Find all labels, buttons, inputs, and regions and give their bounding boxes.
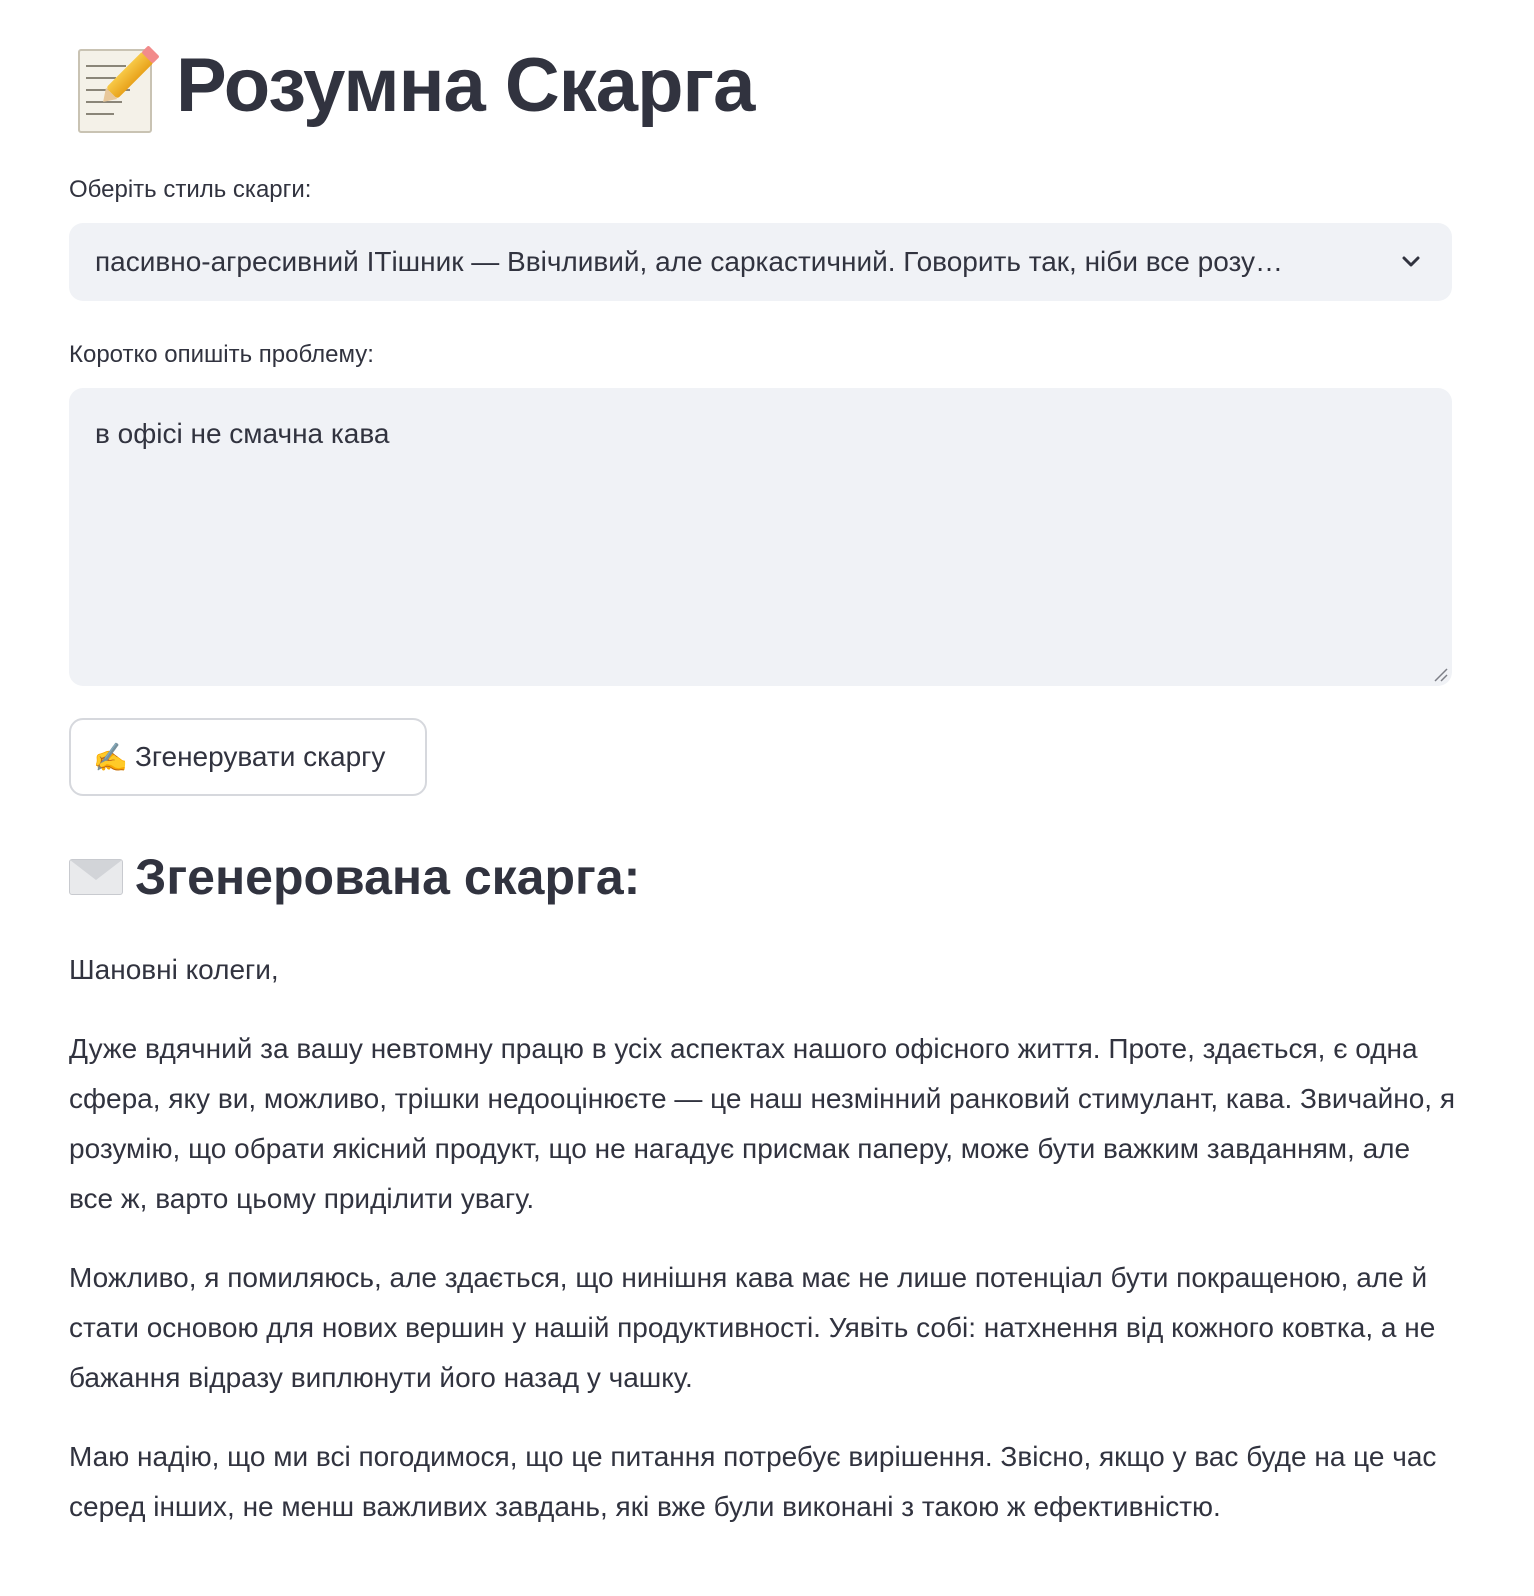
problem-textarea[interactable]: в офісі не смачна кава <box>69 388 1452 686</box>
resize-handle-icon[interactable] <box>1432 666 1448 682</box>
generate-complaint-button[interactable]: ✍️ Згенерувати скаргу <box>69 718 427 796</box>
writing-hand-icon: ✍️ <box>93 741 128 773</box>
problem-textarea-value: в офісі не смачна кава <box>95 418 390 449</box>
envelope-icon <box>69 857 123 897</box>
complaint-paragraph: Маю надію, що ми всі погодимося, що це п… <box>69 1441 1437 1522</box>
memo-icon <box>74 41 155 133</box>
generate-complaint-button-label: Згенерувати скаргу <box>135 741 386 772</box>
complaint-paragraph: Можливо, я помиляюсь, але здається, що н… <box>69 1262 1436 1393</box>
result-heading-text: Згенерована скарга: <box>135 849 641 905</box>
chevron-down-icon <box>1402 256 1420 267</box>
page-title: Розумна Скарга <box>74 30 755 140</box>
style-select-value: пасивно-агресивний ІТішник — Ввічливий, … <box>95 246 1284 277</box>
style-select-label: Оберіть стиль скарги: <box>69 176 312 203</box>
app-page: Розумна Скарга Оберіть стиль скарги: пас… <box>0 0 1534 1596</box>
result-heading: Згенерована скарга: <box>69 848 640 906</box>
generated-complaint: Шановні колеги, Дуже вдячний за вашу нев… <box>69 945 1459 1561</box>
style-select[interactable]: пасивно-агресивний ІТішник — Ввічливий, … <box>69 223 1452 301</box>
page-title-text: Розумна Скарга <box>176 42 755 128</box>
complaint-paragraph: Дуже вдячний за вашу невтомну працю в ус… <box>69 1033 1456 1214</box>
complaint-paragraph: Шановні колеги, <box>69 954 279 985</box>
problem-input-label: Коротко опишіть проблему: <box>69 341 374 368</box>
